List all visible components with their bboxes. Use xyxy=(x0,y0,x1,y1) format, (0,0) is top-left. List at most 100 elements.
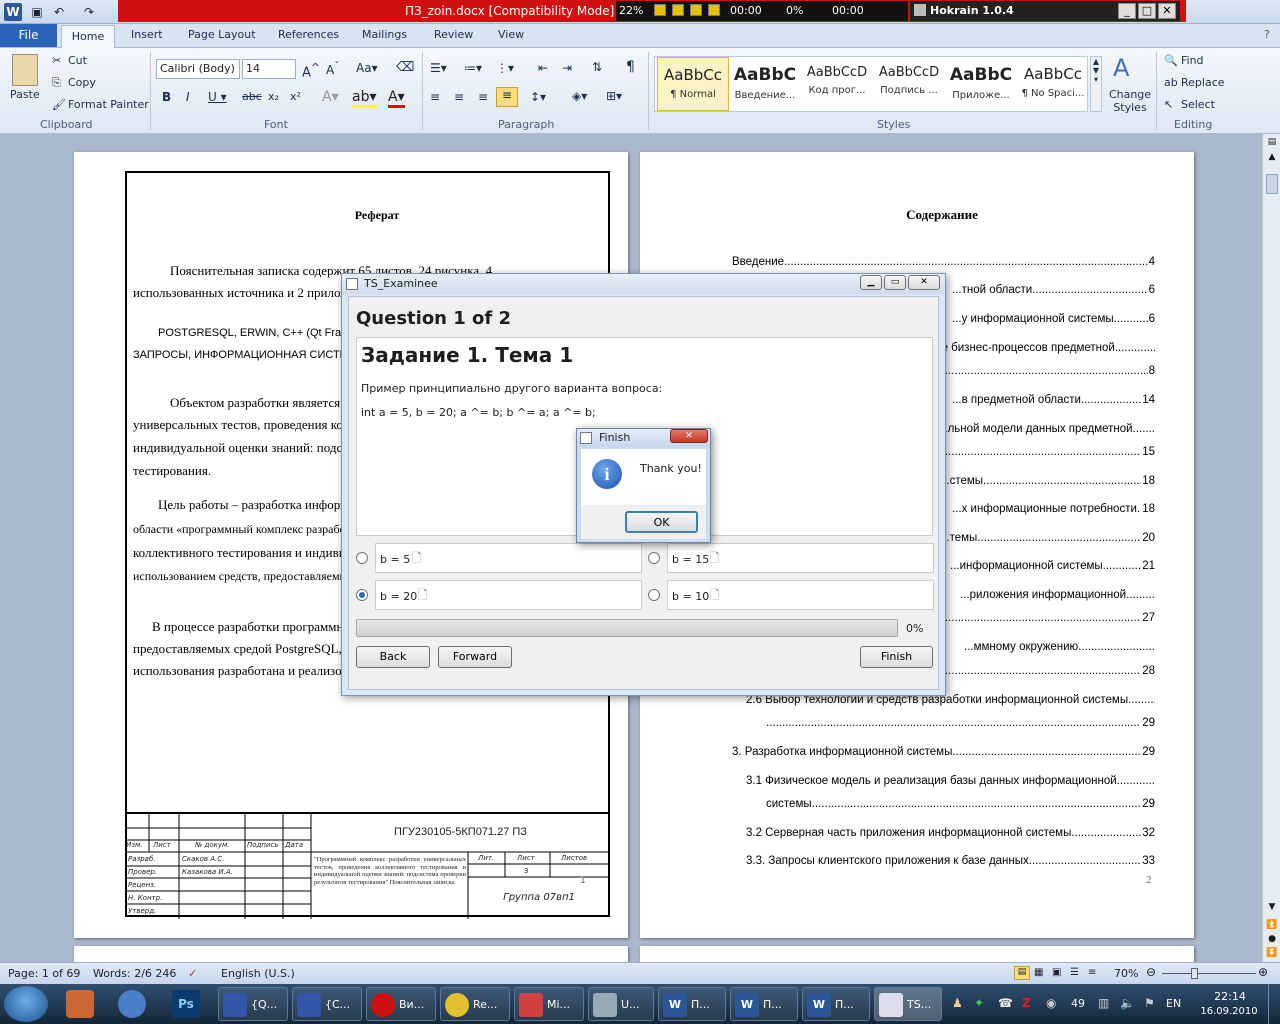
tab-references[interactable]: References xyxy=(278,28,339,41)
tray-person-icon[interactable]: ♟ xyxy=(952,996,963,1010)
tab-mailings[interactable]: Mailings xyxy=(362,28,407,41)
word-count[interactable]: Words: 2/6 246 xyxy=(93,967,176,980)
draft-icon[interactable]: ≡ xyxy=(1088,967,1096,978)
toc-entry[interactable]: ...риложения информационной.............… xyxy=(960,589,1155,601)
copy-button[interactable]: Copy xyxy=(68,76,96,89)
stop-button[interactable] xyxy=(708,4,720,16)
align-right-icon[interactable]: ≡ xyxy=(478,90,488,104)
underline-button[interactable]: U ▾ xyxy=(208,90,227,104)
toc-entry[interactable]: ........................................… xyxy=(766,717,1155,729)
tray-network-icon[interactable]: ▥ xyxy=(1098,996,1109,1010)
ruler-toggle-icon[interactable]: ▤ xyxy=(1266,137,1278,149)
taskbar-item[interactable]: W П... xyxy=(802,987,870,1021)
copy-icon[interactable]: ⎘ xyxy=(52,76,61,90)
zoom-slider[interactable] xyxy=(1162,973,1256,974)
align-left-icon[interactable]: ≡ xyxy=(430,90,440,104)
close-button[interactable]: ✕ xyxy=(1158,3,1176,19)
grow-font-icon[interactable]: A^ xyxy=(302,61,320,80)
toc-entry[interactable]: ...темы.................................… xyxy=(940,532,1155,544)
font-color-icon[interactable]: A▾ xyxy=(388,89,405,108)
option-box-3[interactable]: b = 20 🗋 xyxy=(375,580,642,610)
subscript-button[interactable]: x₂ xyxy=(268,90,279,103)
toc-entry[interactable]: ...стемы................................… xyxy=(940,475,1155,487)
show-desktop-button[interactable] xyxy=(1268,984,1280,1024)
shading-icon[interactable]: ◈▾ xyxy=(572,89,587,103)
scissors-icon[interactable]: ✂ xyxy=(52,54,61,67)
sort-icon[interactable]: ⇅ xyxy=(592,60,602,74)
scroll-up-icon[interactable]: ▲ xyxy=(1266,152,1278,164)
bold-button[interactable]: B xyxy=(162,90,171,104)
web-layout-icon[interactable]: ▣ xyxy=(1052,967,1061,978)
bullets-icon[interactable]: ☰▾ xyxy=(430,61,447,75)
select-button[interactable]: Select xyxy=(1181,98,1215,111)
toc-entry[interactable]: 3. Разработка информационной системы....… xyxy=(732,746,1155,758)
taskbar-item[interactable]: Mi... xyxy=(514,987,584,1021)
tray-phone-icon[interactable]: ☎ xyxy=(998,996,1013,1010)
volume-icon[interactable]: 🔈 xyxy=(1120,996,1135,1010)
paste-button[interactable]: Paste xyxy=(10,88,40,101)
option-radio-2[interactable] xyxy=(648,552,660,564)
numbering-icon[interactable]: ≔▾ xyxy=(464,61,482,75)
style-kod[interactable]: AaBbCcD Код прог... xyxy=(801,57,873,111)
toc-entry[interactable]: 3.1 Физическое модель и реализация базы … xyxy=(746,775,1155,787)
tab-review[interactable]: Review xyxy=(434,28,473,41)
paste-icon[interactable] xyxy=(12,54,38,86)
language-indicator[interactable]: EN xyxy=(1166,997,1181,1010)
word-app-icon[interactable]: W xyxy=(4,3,22,21)
language-indicator[interactable]: English (U.S.) xyxy=(221,967,295,980)
toc-entry[interactable]: Введение................................… xyxy=(732,256,1155,268)
select-icon[interactable]: ↖ xyxy=(1164,98,1173,111)
toc-entry[interactable]: ...информационной системы...............… xyxy=(950,560,1155,572)
replace-icon[interactable]: ab xyxy=(1164,76,1178,89)
play-button[interactable] xyxy=(672,4,684,16)
toc-entry[interactable]: ...у информационной системы.............… xyxy=(952,313,1155,325)
clock-date[interactable]: 16.09.2010 xyxy=(1196,1006,1262,1017)
taskbar-item[interactable]: Ви... xyxy=(366,987,436,1021)
find-icon[interactable]: 🔍 xyxy=(1164,54,1178,67)
find-button[interactable]: Find xyxy=(1181,54,1204,67)
strikethrough-button[interactable]: abc xyxy=(242,90,262,103)
ok-button[interactable]: OK xyxy=(625,511,698,533)
align-center-icon[interactable]: ≡ xyxy=(454,90,464,104)
maximize-button[interactable]: ▭ xyxy=(884,275,906,290)
back-button[interactable]: Back xyxy=(356,646,430,668)
save-icon[interactable]: ▣ xyxy=(28,3,46,21)
tab-page-layout[interactable]: Page Layout xyxy=(188,28,256,41)
toc-entry[interactable]: ...льной модели данных предметной.......… xyxy=(938,423,1155,435)
scroll-down-icon[interactable]: ▼ xyxy=(1266,902,1278,914)
tab-home[interactable]: Home xyxy=(61,25,115,49)
style-normal[interactable]: AaBbCc ¶ Normal xyxy=(657,57,729,111)
style-vvedenie[interactable]: AaBbC Введение... xyxy=(729,57,801,111)
zoom-level[interactable]: 70% xyxy=(1114,967,1138,980)
format-painter-button[interactable]: Format Painter xyxy=(68,98,149,111)
option-box-1[interactable]: b = 5 🗋 xyxy=(375,543,642,573)
font-name-combo[interactable]: Calibri (Body) xyxy=(156,59,240,79)
option-radio-3[interactable] xyxy=(356,589,368,601)
toc-entry[interactable]: 3.2 Серверная часть приложения информаци… xyxy=(746,827,1155,839)
highlight-color-icon[interactable]: ab▾ xyxy=(352,89,377,108)
finish-button[interactable]: Finish xyxy=(860,646,933,668)
full-screen-icon[interactable]: ▦ xyxy=(1034,967,1043,978)
taskbar-item[interactable]: Re... xyxy=(440,987,510,1021)
toc-entry[interactable]: ...е бизнес-процессов предметной........… xyxy=(932,342,1155,354)
media-player-bar[interactable]: 22% 00:00 0% 00:00 xyxy=(616,1,908,21)
zoom-out-icon[interactable]: ⊖ xyxy=(1146,965,1156,979)
line-spacing-icon[interactable]: ↕▾ xyxy=(530,90,546,104)
taskbar-item[interactable]: W П... xyxy=(730,987,798,1021)
toc-entry[interactable]: 3.3. Запросы клиентского приложения к ба… xyxy=(746,855,1155,867)
borders-icon[interactable]: ⊞▾ xyxy=(606,89,622,103)
start-button[interactable] xyxy=(4,986,48,1022)
page-indicator[interactable]: Page: 1 of 69 xyxy=(8,967,80,980)
style-no-spacing[interactable]: AaBbCc ¶ No Spaci... xyxy=(1017,57,1089,111)
taskbar-item[interactable]: TS... xyxy=(874,987,942,1021)
redo-icon[interactable]: ↷ xyxy=(80,3,98,21)
vertical-scrollbar[interactable]: ▤ ▲ ▼ ⏫ ● ⏬ xyxy=(1262,134,1280,962)
photoshop-icon[interactable]: Ps xyxy=(172,990,200,1018)
tray-disc-icon[interactable]: ◉ xyxy=(1046,996,1056,1010)
change-styles-icon[interactable]: A xyxy=(1113,54,1129,82)
decrease-indent-icon[interactable]: ⇤ xyxy=(538,61,548,75)
proofing-icon[interactable]: ✓ xyxy=(188,967,197,980)
show-marks-icon[interactable]: ¶ xyxy=(626,59,635,75)
tray-flag-icon[interactable]: ⚑ xyxy=(1144,996,1155,1010)
pause-button[interactable] xyxy=(690,4,702,16)
